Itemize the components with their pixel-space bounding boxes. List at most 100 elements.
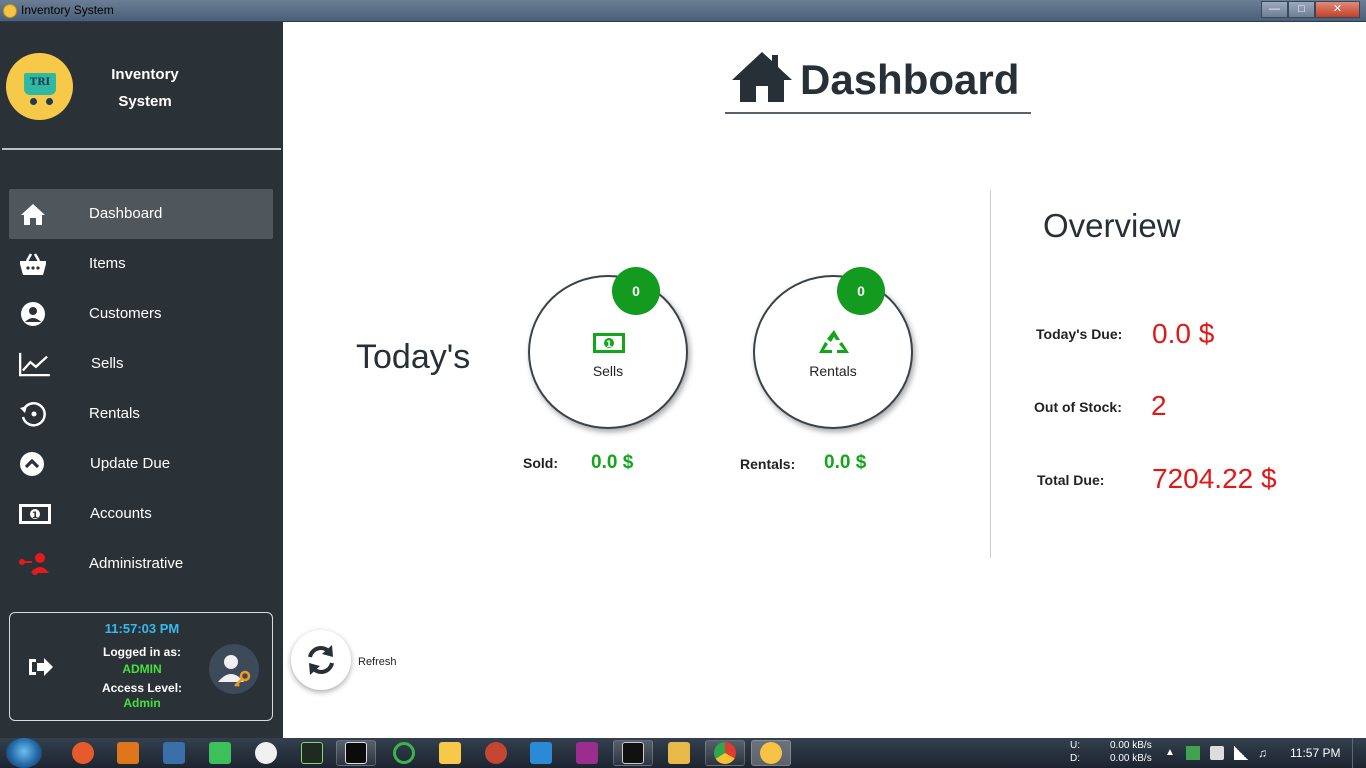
sidebar-item-sells[interactable]: Sells bbox=[9, 339, 273, 389]
avatar bbox=[209, 644, 259, 694]
sidebar-item-dashboard[interactable]: Dashboard bbox=[9, 189, 273, 239]
tray-device-icon[interactable] bbox=[1210, 746, 1224, 760]
sidebar-item-items[interactable]: Items bbox=[9, 239, 273, 289]
taskbar-app-icon[interactable] bbox=[576, 742, 598, 764]
logged-in-label: Logged in as: bbox=[103, 645, 181, 659]
total-due-label: Total Due: bbox=[1037, 472, 1105, 488]
sells-count-badge: 0 bbox=[612, 267, 660, 315]
svg-text:1: 1 bbox=[606, 340, 612, 350]
taskbar-app-icon[interactable] bbox=[72, 742, 94, 764]
start-button[interactable] bbox=[6, 738, 42, 768]
total-due-value: 7204.22 $ bbox=[1152, 463, 1277, 494]
chevron-up-circle-icon bbox=[20, 452, 44, 476]
access-level-label: Access Level: bbox=[101, 681, 183, 695]
recycle-icon bbox=[819, 330, 849, 353]
sells-card-label: Sells bbox=[592, 363, 624, 379]
taskbar: U: D: 0.00 kB/s 0.00 kB/s ▲ ♫ 11:57 PM bbox=[0, 738, 1366, 768]
sidebar-item-label: Update Due bbox=[90, 455, 171, 472]
sidebar-item-label: Dashboard bbox=[89, 205, 163, 222]
sidebar-divider bbox=[2, 148, 281, 150]
volume-icon[interactable]: ♫ bbox=[1258, 746, 1272, 760]
sidebar-item-update-due[interactable]: Update Due bbox=[9, 439, 273, 489]
sells-card[interactable]: 1 Sells bbox=[528, 275, 688, 429]
access-level-value: Admin bbox=[123, 696, 161, 710]
admin-user-key-icon bbox=[218, 655, 251, 687]
todays-label: Today's bbox=[356, 338, 471, 376]
taskbar-app-icon[interactable] bbox=[345, 742, 367, 764]
sidebar-item-label: Customers bbox=[89, 305, 162, 322]
taskbar-clock[interactable]: 11:57 PM bbox=[1290, 746, 1340, 760]
money-bill-icon: 1 bbox=[593, 333, 625, 353]
sidebar-item-label: Rentals bbox=[89, 405, 140, 422]
taskbar-app-icon[interactable] bbox=[668, 742, 690, 764]
overview-title: Overview bbox=[1043, 207, 1181, 244]
taskbar-app-icon[interactable] bbox=[163, 742, 185, 764]
cart-wheel bbox=[46, 98, 53, 105]
net-download-value: 0.00 kB/s bbox=[1110, 753, 1152, 764]
taskbar-app-icon[interactable] bbox=[117, 742, 139, 764]
sidebar-item-customers[interactable]: Customers bbox=[9, 289, 273, 339]
sidebar-item-label: Items bbox=[89, 255, 126, 272]
tray-expand-icon[interactable]: ▲ bbox=[1163, 746, 1177, 760]
basket-icon bbox=[20, 253, 46, 275]
window-controls: — □ ✕ bbox=[1261, 1, 1360, 18]
rentals-card-label: Rentals bbox=[809, 363, 857, 379]
cart-wheel bbox=[30, 98, 37, 105]
page-title: Dashboard bbox=[800, 56, 1020, 103]
taskbar-app-icon[interactable] bbox=[301, 742, 323, 764]
minimize-button[interactable]: — bbox=[1261, 1, 1288, 18]
rentals-amount-value: 0.0 $ bbox=[824, 452, 867, 473]
refresh-button[interactable] bbox=[291, 630, 351, 690]
session-clock: 11:57:03 PM bbox=[104, 621, 180, 636]
tray-app-icon[interactable] bbox=[1186, 746, 1200, 760]
logo-text: TRI bbox=[29, 77, 51, 88]
svg-text:1: 1 bbox=[32, 511, 38, 521]
admin-network-icon bbox=[19, 553, 49, 575]
logout-icon[interactable] bbox=[26, 653, 56, 681]
taskbar-app-icon[interactable] bbox=[714, 742, 736, 764]
brand-name: Inventory System bbox=[95, 61, 195, 115]
window-titlebar: Inventory System — □ ✕ bbox=[0, 0, 1366, 22]
taskbar-app-icon[interactable] bbox=[760, 742, 782, 764]
taskbar-app-icon[interactable] bbox=[439, 742, 461, 764]
maximize-button[interactable]: □ bbox=[1288, 1, 1315, 18]
rentals-count-badge: 0 bbox=[837, 267, 885, 315]
session-panel: 11:57:03 PM Logged in as: ADMIN Access L… bbox=[9, 612, 273, 721]
main-content: Dashboard Today's 1 Sells 0 Rentals 0 So… bbox=[283, 22, 1366, 738]
refresh-icon bbox=[308, 645, 334, 675]
todays-due-value: 0.0 $ bbox=[1152, 318, 1215, 349]
sidebar-item-label: Administrative bbox=[89, 555, 184, 572]
window-title: Inventory System bbox=[21, 3, 114, 17]
taskbar-app-icon[interactable] bbox=[255, 742, 277, 764]
home-icon bbox=[21, 204, 45, 225]
app-icon bbox=[3, 4, 17, 18]
network-signal-icon[interactable] bbox=[1234, 746, 1248, 760]
sidebar-item-rentals[interactable]: Rentals bbox=[9, 389, 273, 439]
sidebar-item-accounts[interactable]: 1 Accounts bbox=[9, 489, 273, 539]
net-upload-value: 0.00 kB/s bbox=[1110, 740, 1152, 751]
show-desktop-button[interactable] bbox=[1352, 738, 1366, 768]
brand-line-2: System bbox=[118, 93, 172, 110]
taskbar-app-icon[interactable] bbox=[485, 742, 507, 764]
home-icon bbox=[732, 52, 792, 102]
taskbar-app-icon[interactable] bbox=[530, 742, 552, 764]
rentals-card[interactable]: Rentals bbox=[753, 275, 913, 429]
history-icon bbox=[20, 402, 46, 427]
sidebar-item-label: Accounts bbox=[90, 505, 152, 522]
close-button[interactable]: ✕ bbox=[1315, 1, 1360, 18]
sold-label: Sold: bbox=[523, 455, 558, 471]
taskbar-app-icon[interactable] bbox=[393, 742, 415, 764]
rentals-amount-label: Rentals: bbox=[740, 456, 796, 472]
chart-line-icon bbox=[18, 352, 50, 377]
net-download-label: D: bbox=[1070, 753, 1080, 764]
net-upload-label: U: bbox=[1070, 740, 1080, 751]
logged-in-username: ADMIN bbox=[122, 662, 162, 676]
sidebar-item-administrative[interactable]: Administrative bbox=[9, 539, 273, 589]
sidebar-item-label: Sells bbox=[91, 355, 124, 372]
taskbar-app-icon[interactable] bbox=[209, 742, 231, 764]
todays-due-label: Today's Due: bbox=[1036, 326, 1123, 342]
sidebar: TRI Inventory System Dashboard Items Cus… bbox=[0, 22, 283, 738]
taskbar-app-icon[interactable] bbox=[622, 742, 644, 764]
brand-line-1: Inventory bbox=[111, 66, 179, 83]
out-of-stock-value: 2 bbox=[1151, 390, 1167, 421]
